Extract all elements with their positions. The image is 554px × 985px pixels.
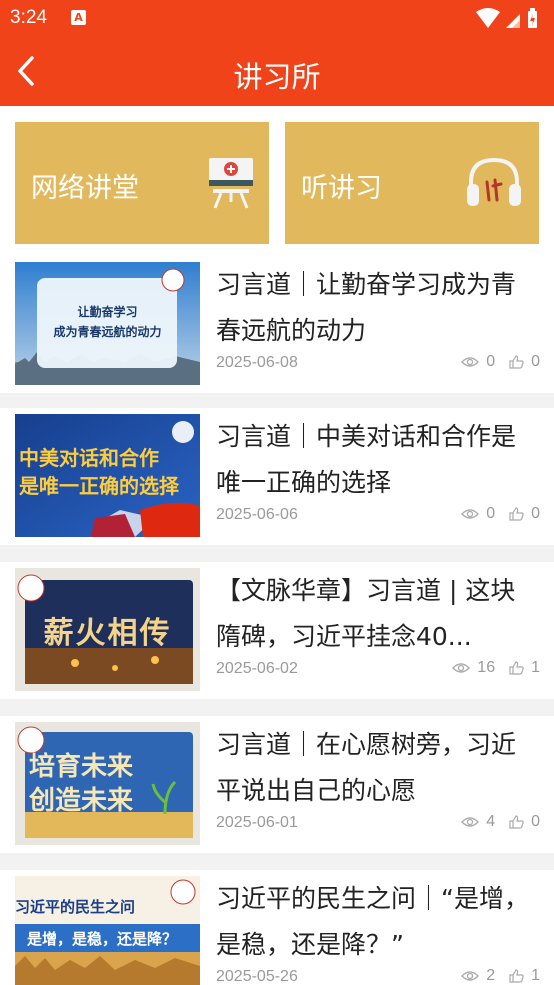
thumbs-up-icon [509,969,524,983]
view-count: 0 [461,353,495,371]
view-count: 0 [461,505,495,523]
like-count-value: 0 [531,353,540,370]
article-item[interactable]: 中美对话和合作 是唯一正确的选择 习言道｜中美对话和合作是唯一正确的选择 202… [0,408,554,545]
view-count: 16 [452,659,495,677]
eye-icon [461,817,480,827]
tile-label: 听讲习 [301,173,382,204]
article-thumbnail: 薪火相传 [15,568,200,691]
article-item[interactable]: 薪火相传 【文脉华章】习言道 | 这块隋碑，习近平挂念40... 2025-06… [0,562,554,699]
notification-icon: A [71,10,86,25]
article-stats: 16 1 [444,659,540,677]
thumbs-up-icon [509,355,524,369]
like-count-value: 1 [531,967,540,984]
article-thumbnail: 中美对话和合作 是唯一正确的选择 [15,414,200,537]
article-title[interactable]: 【文脉华章】习言道 | 这块隋碑，习近平挂念40... [216,568,536,660]
article-date: 2025-06-06 [216,506,298,523]
article-date: 2025-06-01 [216,814,298,831]
view-count-value: 16 [477,659,496,676]
article-date: 2025-06-08 [216,354,298,371]
thumbnail-text: 习近平的民生之问 [15,898,136,916]
content-list[interactable]: 网络讲堂 听讲习 让勤奋学习 成为青春远航的动力 习言道｜让勤奋学习成为青春远航… [0,106,554,985]
eye-icon [452,663,471,673]
like-count-value: 0 [531,505,540,522]
app-bar: 讲习所 [0,38,554,106]
page-title: 讲习所 [233,60,321,94]
thumbs-up-icon [509,661,524,675]
tile-listen-lecture[interactable]: 听讲习 [285,122,539,244]
battery-icon [528,8,537,28]
like-count-value: 1 [531,659,540,676]
view-count: 2 [461,967,495,985]
article-thumbnail: 培育未来 创造未来 [15,722,200,845]
article-title[interactable]: 习近平的民生之问｜“是增，是稳，还是降？” [216,876,536,968]
status-icons [474,8,540,34]
article-stats: 0 0 [453,353,540,371]
view-count-value: 0 [486,505,496,522]
status-time: 3:24 [10,7,47,28]
like-count[interactable]: 0 [509,505,540,523]
like-count-value: 0 [531,813,540,830]
view-count-value: 0 [486,353,496,370]
like-count[interactable]: 0 [509,353,540,371]
thumbnail-text: 是增，是稳，还是降？ [27,930,178,948]
article-date: 2025-06-02 [216,660,298,677]
article-date: 2025-05-26 [216,968,298,985]
eye-icon [461,971,480,981]
view-count-value: 2 [486,967,496,984]
thumbnail-text: 培育未来 [29,752,134,782]
eye-icon [461,509,480,519]
article-title[interactable]: 习言道｜中美对话和合作是唯一正确的选择 [216,414,536,506]
article-item[interactable]: 培育未来 创造未来 习言道｜在心愿树旁，习近平说出自己的心愿 2025-06-0… [0,716,554,853]
article-item[interactable]: 习近平的民生之问 是增，是稳，还是降？ 习近平的民生之问｜“是增，是稳，还是降？… [0,870,554,985]
thumbnail-text: 中美对话和合作 [19,446,159,470]
wifi-icon [476,8,500,28]
article-stats: 2 1 [453,967,540,985]
like-count[interactable]: 1 [509,967,540,985]
status-bar: 3:24 A [0,0,554,38]
article-title[interactable]: 习言道｜在心愿树旁，习近平说出自己的心愿 [216,722,536,814]
thumbnail-text: 让勤奋学习 [77,305,138,319]
like-count[interactable]: 1 [509,659,540,677]
tile-network-lecture[interactable]: 网络讲堂 [15,122,269,244]
article-stats: 4 0 [453,813,540,831]
thumbnail-text: 创造未来 [29,786,134,816]
thumbs-up-icon [509,507,524,521]
thumbnail-text: 薪火相传 [43,616,172,651]
category-tiles: 网络讲堂 听讲习 [0,106,554,256]
headphones-icon [467,157,521,206]
thumbnail-text: 是唯一正确的选择 [19,474,179,498]
view-count-value: 4 [486,813,496,830]
thumbs-up-icon [509,815,524,829]
article-stats: 0 0 [453,505,540,523]
article-item[interactable]: 让勤奋学习 成为青春远航的动力 习言道｜让勤奋学习成为青春远航的动力 2025-… [0,256,554,393]
like-count[interactable]: 0 [509,813,540,831]
article-title[interactable]: 习言道｜让勤奋学习成为青春远航的动力 [216,262,536,354]
signal-icon [506,14,520,28]
eye-icon [461,357,480,367]
tile-label: 网络讲堂 [31,173,139,204]
view-count: 4 [461,813,495,831]
article-thumbnail: 让勤奋学习 成为青春远航的动力 [15,262,200,385]
classroom-board-icon [209,158,253,209]
thumbnail-text: 成为青春远航的动力 [53,325,162,339]
article-thumbnail: 习近平的民生之问 是增，是稳，还是降？ [15,876,200,985]
